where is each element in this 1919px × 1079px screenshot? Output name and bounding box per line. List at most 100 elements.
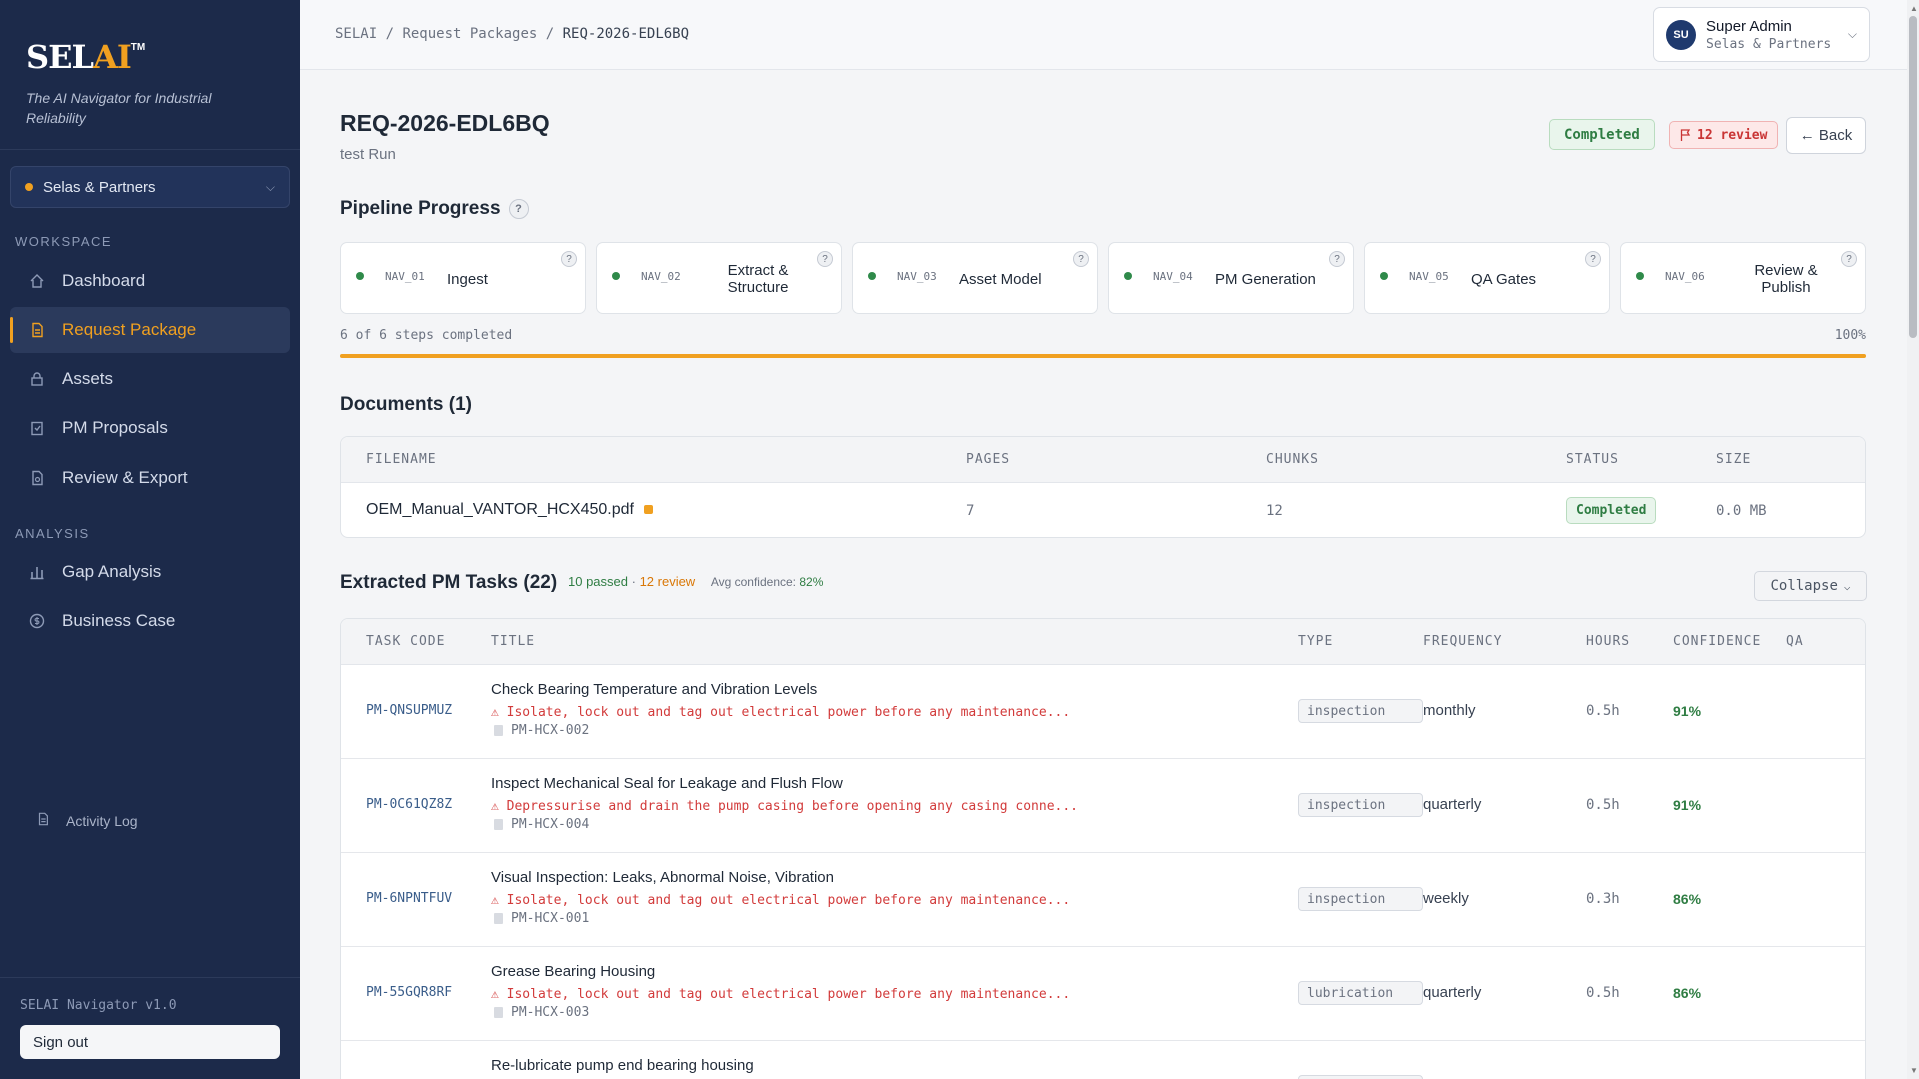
sidebar-item-review-export[interactable]: Review & Export — [10, 455, 290, 501]
step-name: Extract & Structure — [727, 262, 789, 296]
task-safety-warning: ⚠ Isolate, lock out and tag out electric… — [491, 893, 1071, 908]
table-row[interactable]: Re-lubricate pump end bearing housing — [341, 1041, 1865, 1079]
org-selector[interactable]: Selas & Partners ⌵ — [10, 166, 290, 208]
task-frequency: weekly — [1423, 890, 1469, 907]
help-icon[interactable]: ? — [1329, 251, 1345, 267]
sidebar-item-pm-proposals[interactable]: PM Proposals — [10, 405, 290, 451]
task-title[interactable]: Visual Inspection: Leaks, Abnormal Noise… — [491, 869, 834, 886]
task-title[interactable]: Inspect Mechanical Seal for Leakage and … — [491, 775, 843, 792]
column-header[interactable]: CONFIDENCE — [1673, 634, 1761, 649]
review-badge[interactable]: 12 review — [1669, 121, 1779, 149]
document-icon — [494, 1007, 503, 1018]
breadcrumb-request-packages[interactable]: Request Packages — [402, 26, 537, 42]
filename-text: OEM_Manual_VANTOR_HCX450.pdf — [366, 501, 634, 518]
task-frequency: quarterly — [1423, 796, 1482, 813]
step-status-dot — [1124, 272, 1132, 280]
document-status: Completed — [1566, 497, 1657, 524]
column-header[interactable]: FREQUENCY — [1423, 634, 1502, 649]
tagline: The AI Navigator for Industrial Reliabil… — [26, 90, 212, 126]
document-filename[interactable]: OEM_Manual_VANTOR_HCX450.pdf — [366, 501, 653, 519]
column-header[interactable]: QA — [1786, 634, 1804, 649]
column-header[interactable]: TYPE — [1298, 634, 1333, 649]
document-icon — [28, 321, 46, 339]
pipeline-step[interactable]: NAV_01 Ingest ? — [340, 242, 586, 314]
task-title[interactable]: Grease Bearing Housing — [491, 963, 655, 980]
table-row[interactable]: PM-0C61QZ8Z Inspect Mechanical Seal for … — [341, 759, 1865, 853]
sidebar-item-business-case[interactable]: Business Case — [10, 598, 290, 644]
document-chunks: 12 — [1266, 503, 1283, 519]
document-icon — [494, 725, 503, 736]
collapse-button[interactable]: Collapse ⌵ — [1754, 571, 1867, 601]
breadcrumb-root[interactable]: SELAI — [335, 26, 377, 42]
step-code: NAV_03 — [897, 270, 937, 283]
sidebar-item-label: PM Proposals — [62, 418, 168, 437]
chevron-down-icon: ⌵ — [265, 179, 275, 194]
column-header[interactable]: HOURS — [1586, 634, 1630, 649]
brand: SELAITM The AI Navigator for Industrial … — [0, 0, 300, 150]
pipeline-step[interactable]: NAV_04 PM Generation ? — [1108, 242, 1354, 314]
help-icon[interactable]: ? — [508, 198, 529, 219]
sign-out-button[interactable]: Sign out — [20, 1025, 280, 1059]
task-type-badge — [1298, 1075, 1423, 1079]
column-header[interactable]: FILENAME — [366, 452, 437, 467]
task-code[interactable]: PM-6NPNTFUV — [366, 891, 452, 906]
column-header[interactable]: SIZE — [1716, 452, 1751, 467]
pipeline-title: Pipeline Progress? — [340, 198, 529, 220]
sidebar-item-label: Dashboard — [62, 271, 146, 290]
step-name: Asset Model — [959, 270, 1042, 288]
table-row[interactable]: PM-6NPNTFUV Visual Inspection: Leaks, Ab… — [341, 853, 1865, 947]
task-code[interactable]: PM-55GQR8RF — [366, 985, 452, 1000]
help-icon[interactable]: ? — [817, 251, 833, 267]
pipeline-step[interactable]: NAV_05 QA Gates ? — [1364, 242, 1610, 314]
sidebar-item-label: Request Package — [62, 320, 197, 339]
progress-bar — [340, 354, 1866, 358]
scroll-down-arrow-icon[interactable]: ▼ — [1910, 1066, 1918, 1075]
step-name: QA Gates — [1471, 270, 1537, 288]
breadcrumb-current: REQ-2026-EDL6BQ — [562, 26, 690, 42]
summary-separator: · — [628, 574, 640, 589]
sidebar-item-dashboard[interactable]: Dashboard — [10, 258, 290, 304]
help-icon[interactable]: ? — [1585, 251, 1601, 267]
scroll-up-arrow-icon[interactable]: ▲ — [1910, 4, 1918, 13]
column-header[interactable]: STATUS — [1566, 452, 1619, 467]
user-menu[interactable]: SU Super Admin Selas & Partners ⌵ — [1653, 7, 1870, 62]
pipeline-step[interactable]: NAV_06 Review & Publish ? — [1620, 242, 1866, 314]
help-icon[interactable]: ? — [1073, 251, 1089, 267]
breadcrumb-separator: / — [545, 26, 563, 42]
pipeline-step[interactable]: NAV_03 Asset Model ? — [852, 242, 1098, 314]
pipeline-step[interactable]: NAV_02 Extract & Structure ? — [596, 242, 842, 314]
task-reference: PM-HCX-001 — [491, 911, 589, 926]
task-code[interactable]: PM-QNSUPMUZ — [366, 703, 452, 718]
table-row[interactable]: OEM_Manual_VANTOR_HCX450.pdf 7 12 Comple… — [341, 483, 1865, 537]
avg-confidence-value: 82% — [799, 575, 824, 589]
column-header[interactable]: TITLE — [491, 634, 535, 649]
sidebar-item-gap-analysis[interactable]: Gap Analysis — [10, 549, 290, 595]
logo-trademark: TM — [130, 42, 146, 53]
column-header[interactable]: TASK CODE — [366, 634, 445, 649]
back-button[interactable]: ← Back — [1786, 117, 1866, 154]
table-row[interactable]: PM-55GQR8RF Grease Bearing Housing ⚠ Iso… — [341, 947, 1865, 1041]
column-header[interactable]: PAGES — [966, 452, 1010, 467]
task-frequency: monthly — [1423, 702, 1476, 719]
help-icon[interactable]: ? — [1841, 251, 1857, 267]
help-icon[interactable]: ? — [561, 251, 577, 267]
page-scrollbar[interactable]: ▲ ▼ — [1907, 0, 1919, 1079]
pipeline-title-text: Pipeline Progress — [340, 198, 501, 219]
sidebar-item-assets[interactable]: Assets — [10, 356, 290, 402]
scrollbar-thumb[interactable] — [1909, 16, 1917, 338]
task-confidence: 86% — [1673, 891, 1702, 907]
step-code: NAV_06 — [1665, 270, 1705, 283]
table-row[interactable]: PM-QNSUPMUZ Check Bearing Temperature an… — [341, 665, 1865, 759]
user-name: Super Admin — [1706, 17, 1792, 35]
task-title[interactable]: Check Bearing Temperature and Vibration … — [491, 681, 817, 698]
document-check-icon — [28, 469, 46, 487]
task-code[interactable]: PM-0C61QZ8Z — [366, 797, 452, 812]
sidebar-item-request-package[interactable]: Request Package — [10, 307, 290, 353]
documents-title: Documents (1) — [340, 394, 472, 415]
activity-log-link[interactable]: Activity Log — [36, 812, 138, 829]
task-type-badge: inspection — [1298, 793, 1423, 817]
status-badge: Completed — [1566, 497, 1657, 524]
column-header[interactable]: CHUNKS — [1266, 452, 1319, 467]
logo[interactable]: SELAITM — [26, 38, 274, 76]
task-title[interactable]: Re-lubricate pump end bearing housing — [491, 1057, 754, 1074]
